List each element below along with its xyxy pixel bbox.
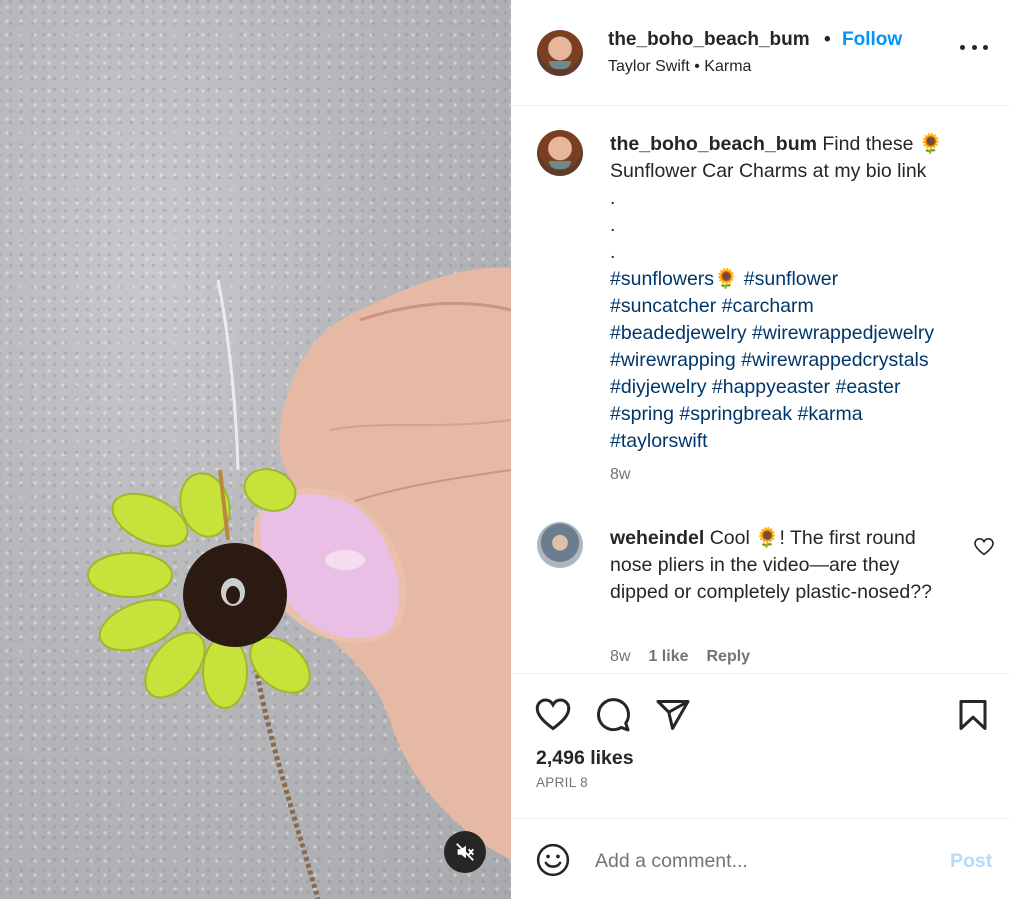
sunflower-emoji: 🌻 <box>918 133 944 155</box>
heart-icon[interactable] <box>535 697 571 733</box>
mute-toggle-button[interactable] <box>444 831 486 873</box>
emoji-smiley-icon[interactable] <box>536 843 570 877</box>
paper-plane-icon[interactable] <box>655 697 691 733</box>
likes-count[interactable]: 2,496 likes <box>536 747 634 770</box>
caption-username[interactable]: the_boho_beach_bum <box>610 133 817 155</box>
media-illustration <box>87 267 511 899</box>
post-header: the_boho_beach_bum • Follow Taylor Swift… <box>511 0 1009 106</box>
follow-button[interactable]: Follow <box>842 29 902 51</box>
hashtag-link[interactable]: #sunflowers🌻 <box>610 268 738 290</box>
caption-dot: . <box>610 214 616 236</box>
add-comment-bar: Post <box>511 820 1009 899</box>
caption-line2: Sunflower Car Charms at my bio link <box>610 160 927 182</box>
caption-dot: . <box>610 241 616 263</box>
post-comment-button[interactable]: Post <box>950 850 992 873</box>
audio-label[interactable]: Taylor Swift • Karma <box>608 58 751 76</box>
hashtag-link[interactable]: #wirewrapping <box>610 349 736 371</box>
comment-likes-count[interactable]: 1 like <box>648 648 688 666</box>
caption-line1: Find these <box>822 133 914 155</box>
bookmark-icon[interactable] <box>955 697 991 733</box>
hashtag-link[interactable]: #diyjewelry <box>610 376 706 398</box>
hashtag-link[interactable]: #beadedjewelry <box>610 322 747 344</box>
post-detail-panel: the_boho_beach_bum • Follow Taylor Swift… <box>511 0 1009 899</box>
hashtag-link[interactable]: #easter <box>835 376 900 398</box>
comment-bubble-icon[interactable] <box>595 697 631 733</box>
commenter-username[interactable]: weheindel <box>610 527 704 549</box>
hanging-string <box>216 279 240 471</box>
caption-author-avatar[interactable] <box>537 130 583 176</box>
hashtag-link[interactable]: #wirewrappedcrystals <box>741 349 929 371</box>
reply-button[interactable]: Reply <box>706 648 750 666</box>
hashtag-link[interactable]: #taylorswift <box>610 430 708 452</box>
hashtag-link[interactable]: #springbreak <box>679 403 792 425</box>
speaker-muted-icon <box>456 843 474 861</box>
caption-timestamp[interactable]: 8w <box>610 466 630 484</box>
hashtag-link[interactable]: #spring <box>610 403 674 425</box>
post-actions: 2,496 likes APRIL 8 <box>511 673 1009 819</box>
comment-like-heart-icon[interactable] <box>974 538 994 556</box>
author-avatar[interactable] <box>537 30 583 76</box>
hashtag-link[interactable]: #suncatcher <box>610 295 716 317</box>
hashtag-link[interactable]: #wirewrappedjewelry <box>752 322 934 344</box>
hashtag-link[interactable]: #carcharm <box>722 295 814 317</box>
post-media[interactable] <box>0 0 511 899</box>
author-username[interactable]: the_boho_beach_bum <box>608 29 810 51</box>
header-separator: • <box>824 29 831 50</box>
comment-meta: 8w 1 like Reply <box>610 648 750 666</box>
hashtag-link[interactable]: #happyeaster <box>712 376 830 398</box>
comment-text: weheindel Cool 🌻! The first round nose p… <box>610 525 945 606</box>
post-date[interactable]: APRIL 8 <box>536 775 588 790</box>
caption-text: the_boho_beach_bum Find these 🌻 Sunflowe… <box>610 131 980 455</box>
commenter-avatar[interactable] <box>537 522 583 568</box>
caption-dot: . <box>610 187 616 209</box>
comment-input[interactable] <box>595 847 925 875</box>
comment-timestamp[interactable]: 8w <box>610 648 630 666</box>
hashtag-link[interactable]: #karma <box>798 403 863 425</box>
more-options-icon[interactable] <box>960 36 988 58</box>
hashtag-link[interactable]: #sunflower <box>744 268 838 290</box>
